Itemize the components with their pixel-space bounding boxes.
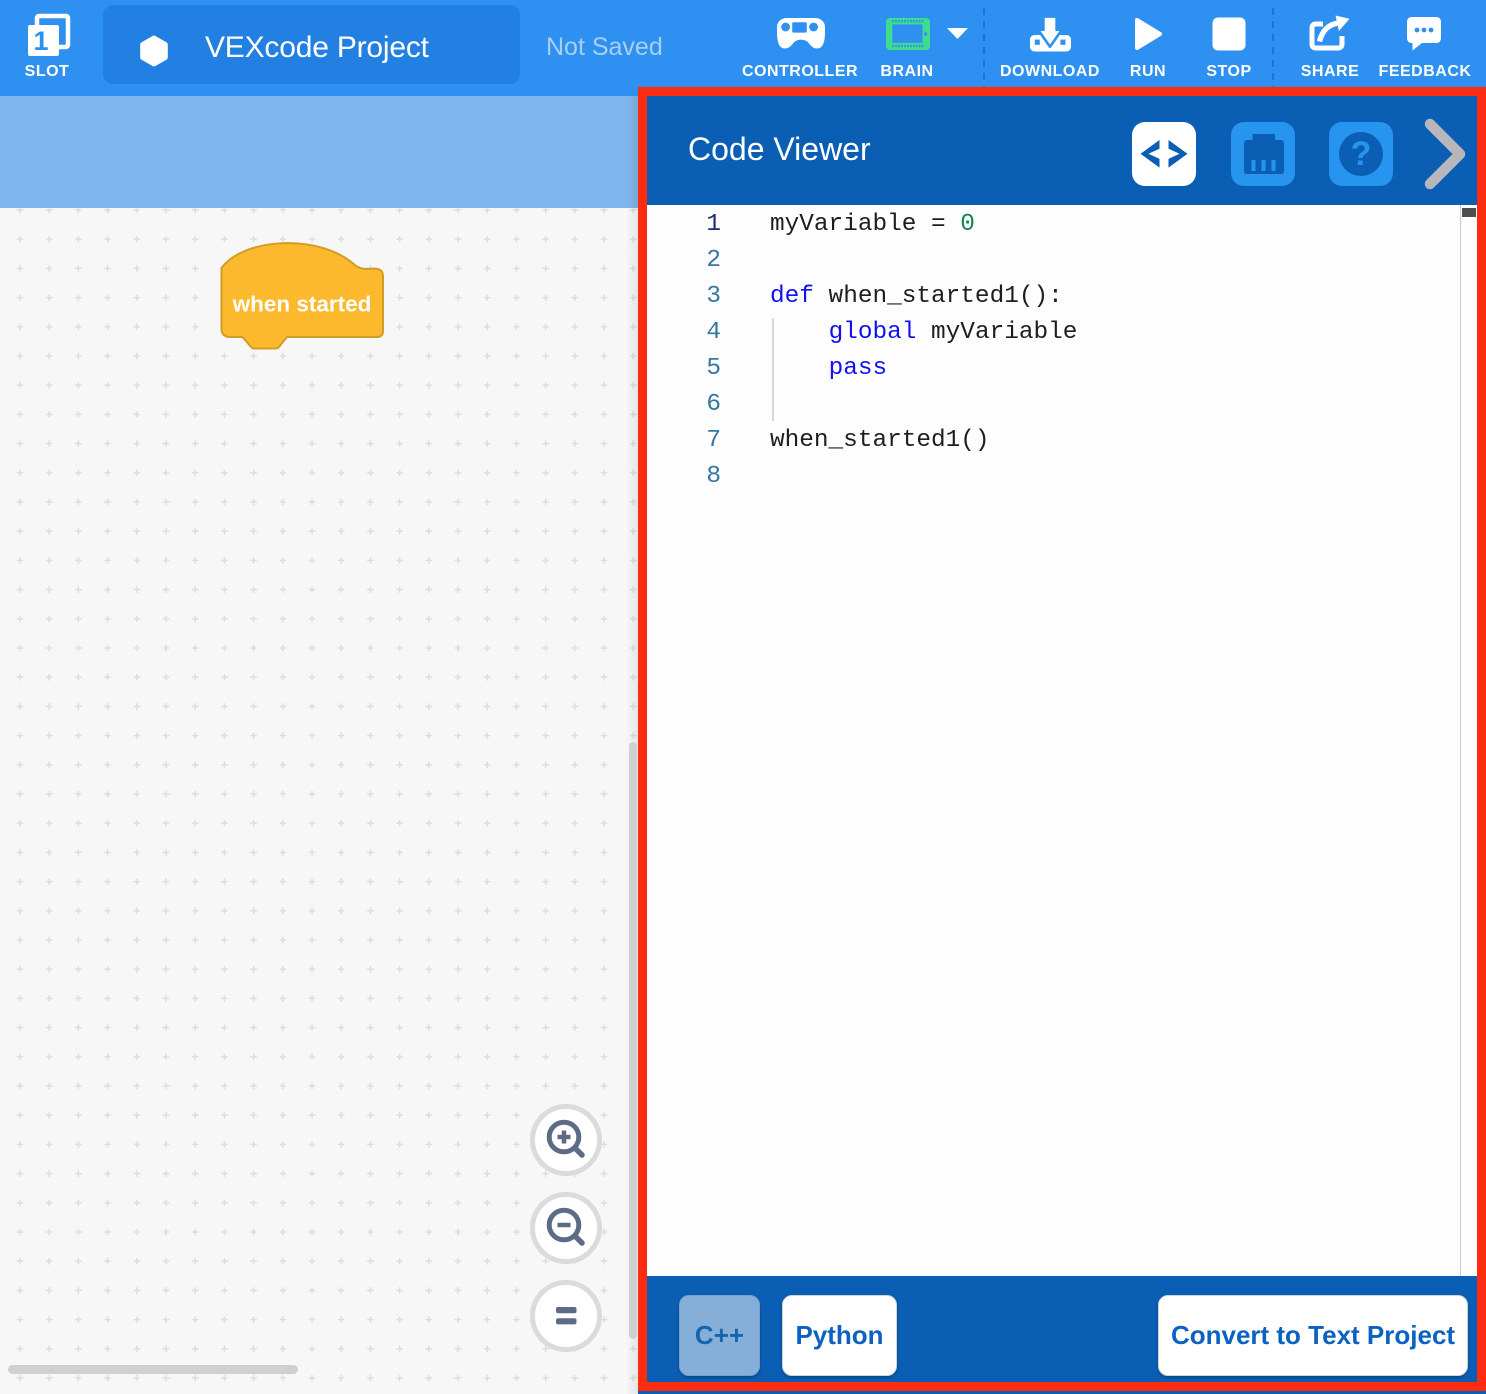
- svg-text:?: ?: [1351, 135, 1372, 173]
- svg-text:when started: when started: [232, 292, 372, 317]
